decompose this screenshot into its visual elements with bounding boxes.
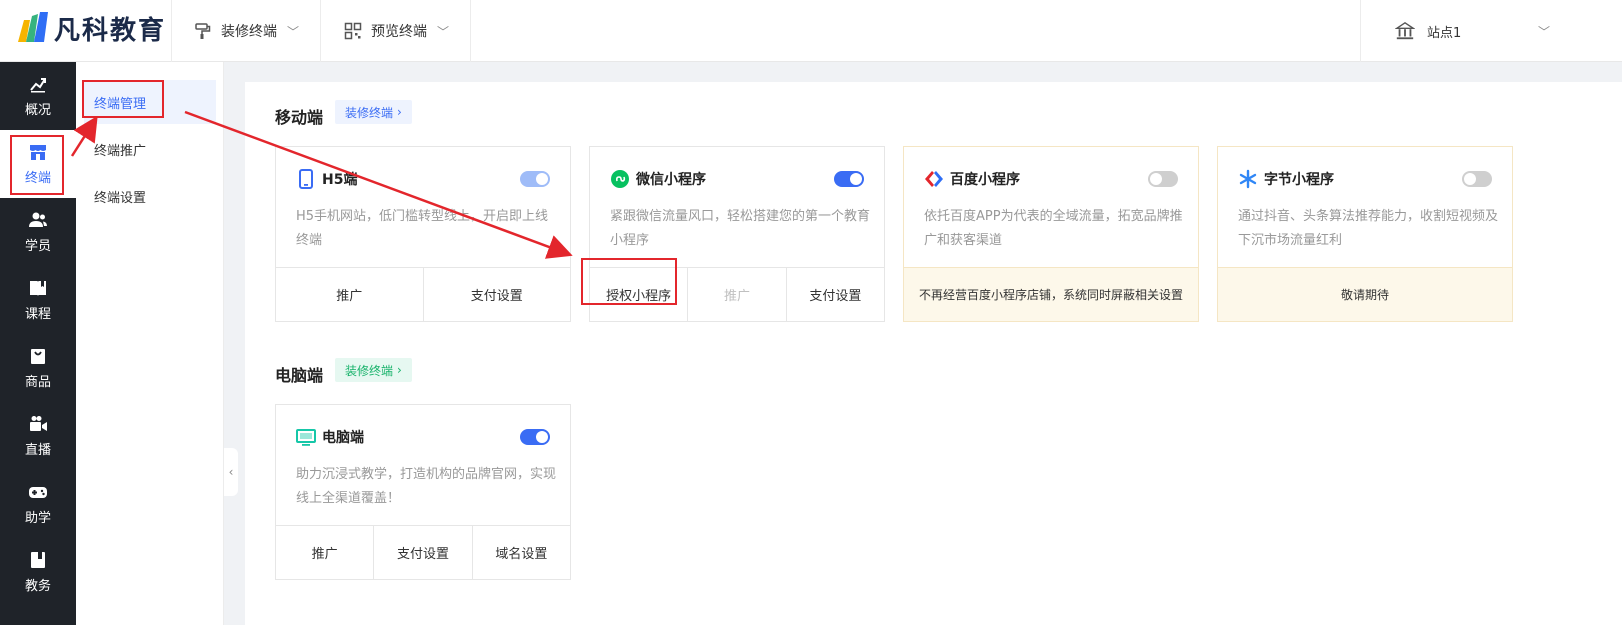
annotation-arrow: [184, 110, 573, 259]
annotation-arrow: [70, 115, 98, 157]
annotation-arrows: [70, 110, 573, 259]
